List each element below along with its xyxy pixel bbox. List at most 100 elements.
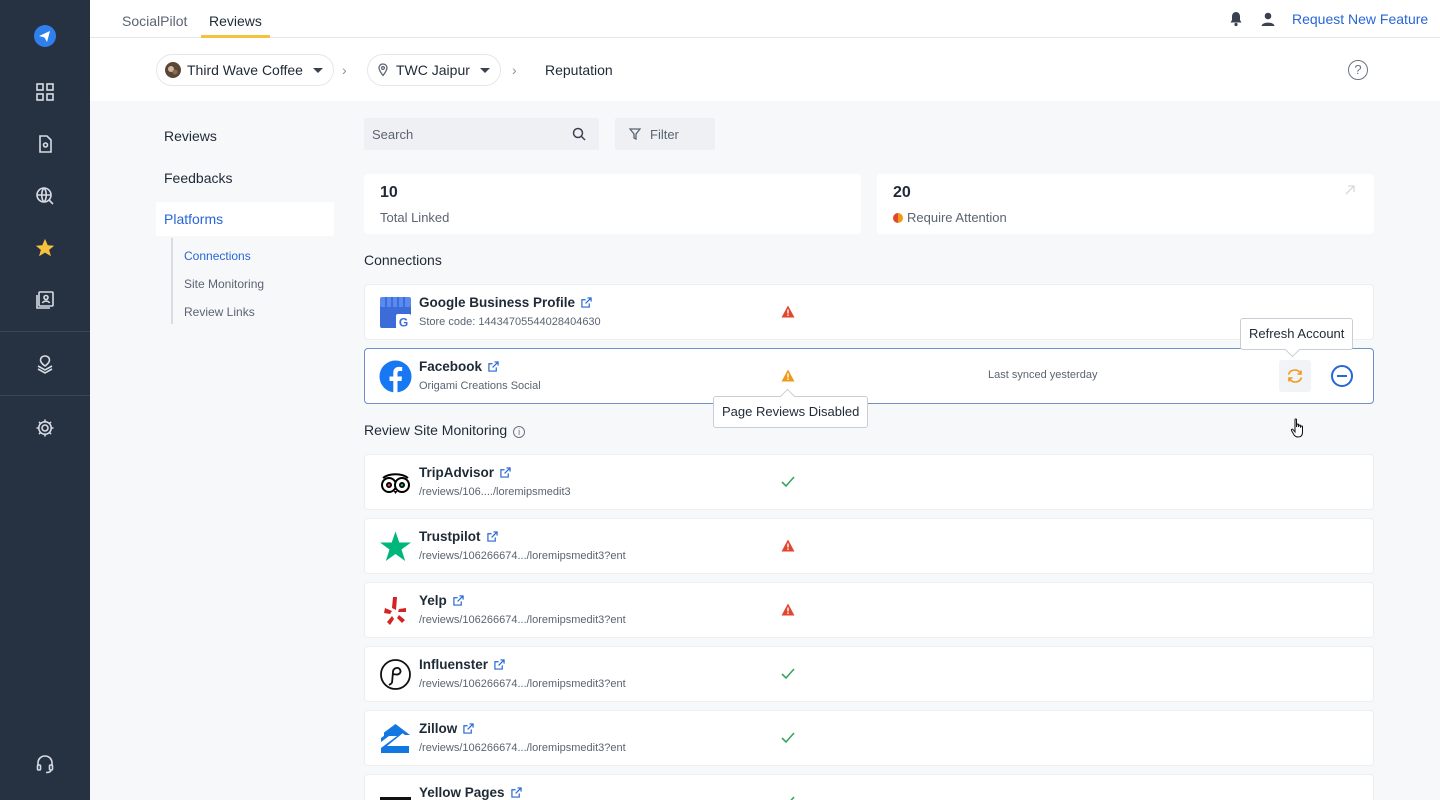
search-input[interactable] [364,118,599,150]
trustpilot-icon [379,530,412,563]
external-link-icon[interactable] [581,297,592,308]
remove-button[interactable] [1331,365,1353,387]
stat-require-attention[interactable]: 20 Require Attention [877,174,1374,234]
monitor-row-influenster[interactable]: Influenster /reviews/106266674.../loremi… [364,646,1374,702]
subnav-platforms[interactable]: Platforms [156,202,334,236]
subnav-feedbacks[interactable]: Feedbacks [164,170,232,186]
zillow-icon [379,722,412,755]
platform-name: Facebook [419,359,483,374]
filter-label: Filter [650,126,679,142]
rail-divider [0,331,90,332]
monitor-row-yelp[interactable]: Yelp /reviews/106266674.../loremipsmedit… [364,582,1374,638]
sync-status: Last synced yesterday [988,369,1098,381]
subnav-tree-line [171,238,173,324]
platform-name: Zillow [419,721,458,736]
monitor-row-tripadvisor[interactable]: TripAdvisor /reviews/106..../loremipsmed… [364,454,1374,510]
stat-value: 20 [893,184,911,201]
platform-sub: /reviews/106..../loremipsmedit3 [419,486,571,498]
search-icon[interactable] [572,127,586,146]
left-rail [0,0,90,800]
external-link-icon[interactable] [500,467,511,478]
chevron-down-icon [312,67,323,73]
warning-icon[interactable] [781,305,795,323]
monitor-row-trustpilot[interactable]: Trustpilot /reviews/106266674.../loremip… [364,518,1374,574]
warning-icon[interactable] [781,539,795,557]
chevron-right-icon: › [512,62,517,78]
external-arrow-icon[interactable] [1343,183,1357,197]
platform-sub: Store code: 14434705544028404630 [419,316,601,328]
brand-name: Third Wave Coffee [187,62,303,78]
tab-reviews[interactable]: Reviews [201,0,270,38]
profile-card-icon[interactable] [33,288,57,312]
filter-button[interactable]: Filter [615,118,715,150]
location-selector[interactable]: TWC Jaipur [367,54,501,86]
platform-sub: /reviews/106266674.../loremipsmedit3?ent [419,678,626,690]
monitoring-title: Review Site Monitoring i [364,422,526,438]
monitoring-title-label: Review Site Monitoring [364,422,508,438]
platform-name: Influenster [419,657,489,672]
info-icon[interactable]: i [513,426,526,438]
connection-row-facebook[interactable]: Facebook Origami Creations Social Last s… [364,348,1374,404]
google-business-icon: G [379,296,412,330]
breadcrumb: Third Wave Coffee › TWC Jaipur › Reputat… [90,38,1440,101]
stat-value: 10 [380,184,398,201]
platform-name: TripAdvisor [419,465,495,480]
external-link-icon[interactable] [510,787,522,798]
stat-label: Require Attention [907,210,1007,225]
help-icon[interactable]: ? [1348,60,1368,80]
stat-label: Total Linked [380,210,450,225]
globe-search-icon[interactable] [33,184,57,208]
headset-support-icon[interactable] [33,752,57,776]
stat-total-linked: 10 Total Linked [364,174,861,234]
external-link-icon[interactable] [453,595,464,606]
location-pin-icon [378,63,388,77]
paper-plane-logo-icon[interactable] [33,24,57,48]
platform-sub: /reviews/106266674.../loremipsmedit3?ent [419,550,626,562]
refresh-icon [1287,369,1303,383]
checkmark-icon [781,667,795,685]
subnav-reviews[interactable]: Reviews [164,128,217,144]
platform-name: Trustpilot [419,529,481,544]
top-bar: SocialPilot Reviews Request New Feature [90,0,1440,38]
refresh-button[interactable] [1279,360,1311,392]
brand-selector[interactable]: Third Wave Coffee [156,54,334,86]
subnav-review-links[interactable]: Review Links [184,305,255,319]
yellow-pages-icon: yp [379,786,412,800]
warning-icon[interactable] [781,369,795,387]
refresh-tooltip: Refresh Account [1240,318,1354,350]
connections-title: Connections [364,252,442,268]
breadcrumb-current: Reputation [545,62,613,78]
location-layers-icon[interactable] [33,352,57,376]
subnav-site-monitoring[interactable]: Site Monitoring [184,277,264,291]
connection-row-google[interactable]: G Google Business Profile Store code: 14… [364,284,1374,340]
influenster-icon [379,658,412,691]
subnav-connections[interactable]: Connections [184,249,251,263]
gear-icon[interactable] [33,416,57,440]
external-link-icon[interactable] [488,361,499,372]
dashboard-icon[interactable] [33,80,57,104]
brand-avatar [165,62,181,78]
monitor-row-zillow[interactable]: Zillow /reviews/106266674.../loremipsmed… [364,710,1374,766]
external-link-icon[interactable] [494,659,505,670]
warning-icon[interactable] [781,603,795,621]
request-feature-link[interactable]: Request New Feature [1292,11,1428,27]
external-link-icon[interactable] [463,723,474,734]
subnav-platforms-label: Platforms [164,211,224,227]
platform-name: Google Business Profile [419,295,576,310]
chevron-right-icon: › [342,62,347,78]
rail-divider [0,395,90,396]
tab-socialpilot[interactable]: SocialPilot [114,0,195,38]
monitor-row-yellow-pages[interactable]: yp Yellow Pages [364,774,1374,800]
hand-cursor-icon [1290,418,1306,445]
location-name: TWC Jaipur [396,62,470,78]
user-icon[interactable] [1260,11,1276,32]
checkmark-icon [781,475,795,493]
page-reviews-tooltip: Page Reviews Disabled [713,396,869,428]
yelp-icon [379,594,412,627]
platform-name: Yelp [419,593,447,608]
bell-icon[interactable] [1229,11,1243,32]
star-icon[interactable] [33,236,57,260]
chevron-down-icon [479,67,490,73]
external-link-icon[interactable] [486,531,498,542]
document-icon[interactable] [33,132,57,156]
